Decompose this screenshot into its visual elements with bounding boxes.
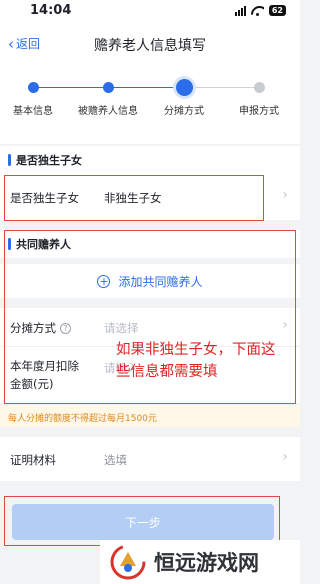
step-dot-pending <box>254 82 265 93</box>
step-dot-current <box>176 79 193 96</box>
step-label: 分摊方式 <box>164 106 204 117</box>
page-title: 赡养老人信息填写 <box>94 38 206 54</box>
chevron-right-icon: › <box>282 449 288 465</box>
watermark-text: 恒远游戏网 <box>154 550 259 575</box>
watermark-logo-icon <box>110 544 146 580</box>
field-value: 非独生子女 <box>104 191 162 205</box>
status-icons: 62 <box>234 5 286 16</box>
section-title: 共同赡养人 <box>16 238 71 251</box>
chevron-right-icon: › <box>282 317 288 333</box>
battery-icon: 62 <box>268 5 286 16</box>
proof-material-field[interactable]: 证明材料 选填 › <box>0 437 300 481</box>
chevron-right-icon: › <box>282 187 288 203</box>
split-method-placeholder: 请选择 <box>104 321 139 335</box>
field-label: 分摊方式? <box>10 320 71 336</box>
step-dot-done <box>103 82 114 93</box>
status-bar: 14:04 62 <box>0 0 300 24</box>
field-label: 金额(元) <box>10 377 54 391</box>
cellular-signal-icon <box>234 5 246 16</box>
plus-icon: + <box>97 274 111 288</box>
status-time: 14:04 <box>30 3 72 18</box>
field-label: 是否独生子女 <box>10 191 79 205</box>
step-label: 基本信息 <box>13 106 53 117</box>
add-co-supporter-label: 添加共同赡养人 <box>118 274 203 289</box>
step-connector <box>33 87 108 88</box>
field-label: 本年度月扣除 <box>10 359 79 373</box>
step-label: 申报方式 <box>239 106 279 117</box>
section-header-co-supporter: 共同赡养人 <box>0 230 300 258</box>
section-title: 是否独生子女 <box>16 154 82 167</box>
proof-placeholder: 选填 <box>104 453 127 467</box>
split-method-label: 分摊方式 <box>10 321 56 335</box>
progress-stepper: 基本信息 被赡养人信息 分摊方式 申报方式 <box>0 64 300 144</box>
step-connector <box>184 87 259 88</box>
section-accent-bar <box>8 154 11 166</box>
help-icon[interactable]: ? <box>60 323 71 334</box>
section-header-only-child: 是否独生子女 <box>0 146 300 174</box>
wifi-icon <box>251 6 264 16</box>
section-accent-bar <box>8 238 11 250</box>
watermark: 恒远游戏网 <box>100 540 300 584</box>
step-dot-done <box>28 82 39 93</box>
add-co-supporter-button[interactable]: + 添加共同赡养人 <box>0 264 300 298</box>
only-child-field[interactable]: 是否独生子女 非独生子女 › <box>0 174 300 220</box>
nav-bar: ‹ 返回 赡养老人信息填写 <box>0 24 300 64</box>
annotation-text: 如果非独生子女，下面这些信息都需要填 <box>116 342 276 380</box>
next-step-button[interactable]: 下一步 <box>12 504 274 540</box>
field-label: 证明材料 <box>10 453 56 467</box>
step-connector <box>108 87 184 88</box>
limit-notice: 每人分摊的额度不得超过每月1500元 <box>0 405 300 427</box>
step-label: 被赡养人信息 <box>78 106 138 117</box>
